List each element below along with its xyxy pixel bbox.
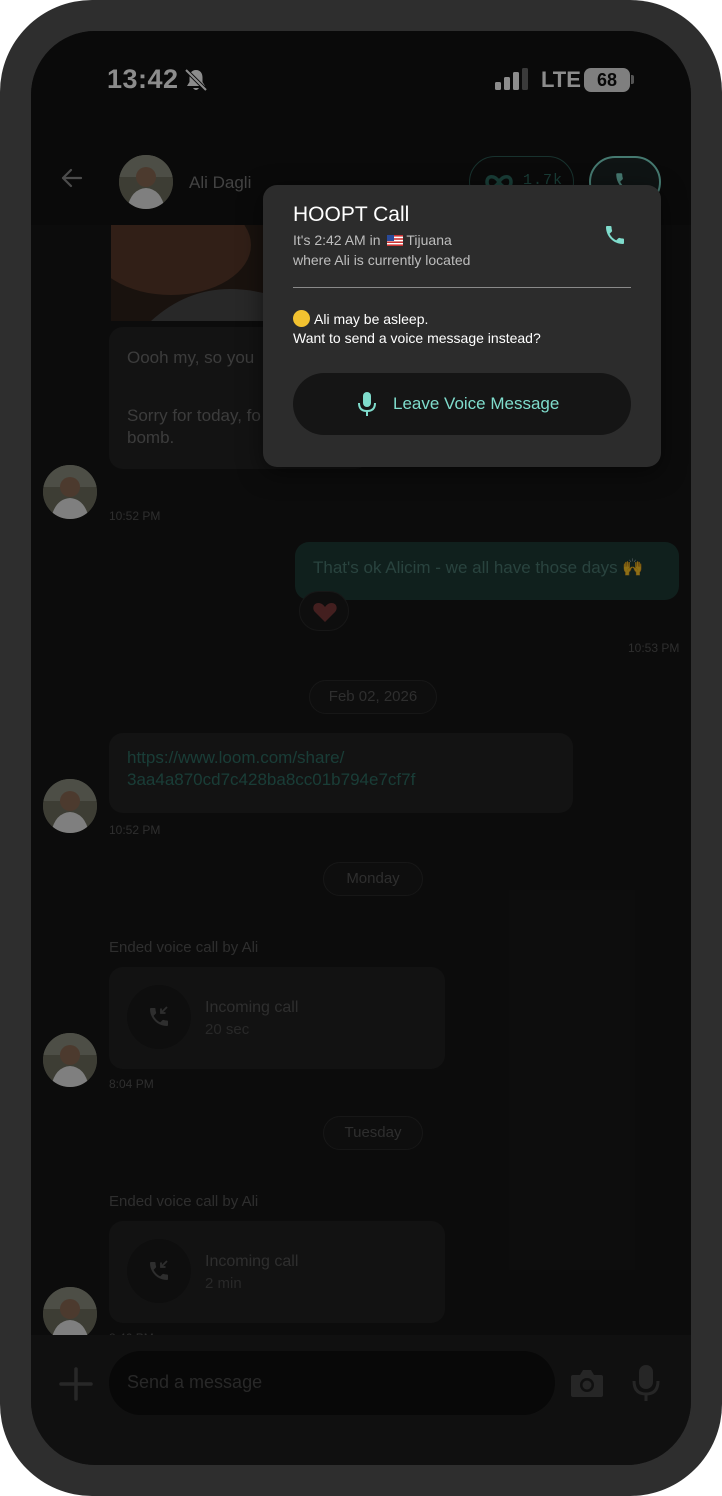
voice-button-label: Leave Voice Message	[393, 394, 560, 413]
call-card-duration: 2 min	[205, 1275, 242, 1292]
message-composer: Send a message	[31, 1335, 691, 1465]
popup-asleep-line: Ali may be asleep.	[293, 310, 428, 327]
shared-photo[interactable]	[111, 225, 271, 321]
back-arrow-icon[interactable]	[59, 165, 85, 191]
microphone-icon	[358, 392, 376, 416]
phone-icon[interactable]	[603, 223, 627, 247]
sleeping-face-icon	[293, 310, 310, 327]
sender-avatar[interactable]	[43, 779, 97, 833]
heart-icon	[313, 603, 337, 622]
link-message-bubble[interactable]: https://www.loom.com/share/ 3aa4a870cd7c…	[109, 733, 573, 813]
local-time-text: It's 2:42 AM in	[293, 232, 381, 248]
signal-icon	[495, 68, 528, 90]
us-flag-icon	[387, 235, 404, 246]
contact-name[interactable]: Ali Dagli	[189, 173, 251, 193]
call-card-title: Incoming call	[205, 999, 299, 1016]
heart-reaction[interactable]	[299, 591, 349, 631]
incoming-call-icon	[127, 985, 191, 1049]
call-card-title: Incoming call	[205, 1253, 299, 1270]
date-separator: Tuesday	[323, 1116, 423, 1150]
battery-tip	[631, 75, 634, 84]
message-line: Sorry for today, fo	[127, 406, 261, 425]
camera-icon[interactable]	[569, 1367, 605, 1399]
phone-frame: 13:42 LTE 68 Ali Dagli 1.7k Oooh my, so …	[0, 0, 722, 1496]
message-line: bomb.	[127, 428, 175, 447]
sender-avatar[interactable]	[43, 1287, 97, 1341]
sender-avatar[interactable]	[43, 1033, 97, 1087]
bell-off-icon	[184, 68, 208, 92]
popup-title: HOOPT Call	[293, 203, 410, 226]
network-type: LTE	[541, 67, 581, 92]
outgoing-message-text: That's ok Alicim - we all have those day…	[313, 558, 644, 577]
message-timestamp: 10:52 PM	[109, 823, 161, 837]
microphone-icon[interactable]	[631, 1363, 661, 1403]
link-url-line[interactable]: https://www.loom.com/share/	[127, 747, 344, 769]
call-ended-label: Ended voice call by Ali	[109, 1193, 259, 1210]
message-line: Oooh my, so you	[127, 348, 255, 367]
hoopt-call-popup: HOOPT Call It's 2:42 AM in Tijuana where…	[263, 185, 661, 467]
message-timestamp: 10:52 PM	[109, 509, 161, 523]
call-card[interactable]: Incoming call 2 min	[109, 1221, 445, 1323]
popup-suggestion: Want to send a voice message instead?	[293, 330, 541, 346]
status-time: 13:42	[107, 64, 179, 94]
call-card-duration: 20 sec	[205, 1021, 250, 1038]
battery-icon: 68	[584, 68, 630, 92]
popup-local-time: It's 2:42 AM in Tijuana	[293, 232, 452, 248]
date-separator: Feb 02, 2026	[309, 680, 437, 714]
incoming-call-icon	[127, 1239, 191, 1303]
plus-icon[interactable]	[59, 1367, 93, 1401]
app-screen: 13:42 LTE 68 Ali Dagli 1.7k Oooh my, so …	[31, 31, 691, 1465]
popup-location-line: where Ali is currently located	[293, 252, 471, 268]
call-ended-label: Ended voice call by Ali	[109, 939, 259, 956]
link-url-line[interactable]: 3aa4a870cd7c428ba8cc01b794e7cf7f	[127, 769, 415, 791]
message-timestamp: 8:04 PM	[109, 1077, 154, 1091]
date-separator: Monday	[323, 862, 423, 896]
contact-avatar[interactable]	[119, 155, 173, 209]
status-bar: 13:42 LTE 68	[31, 31, 691, 125]
asleep-text: Ali may be asleep.	[314, 311, 429, 327]
leave-voice-message-button[interactable]: Leave Voice Message	[293, 373, 631, 435]
call-card[interactable]: Incoming call 20 sec	[109, 967, 445, 1069]
popup-divider	[293, 287, 631, 288]
city-name: Tijuana	[406, 232, 452, 248]
message-timestamp: 10:53 PM	[628, 641, 680, 655]
message-input[interactable]: Send a message	[109, 1351, 555, 1415]
outgoing-message-bubble[interactable]: That's ok Alicim - we all have those day…	[295, 542, 679, 600]
message-input-placeholder: Send a message	[127, 1372, 263, 1392]
sender-avatar[interactable]	[43, 465, 97, 519]
